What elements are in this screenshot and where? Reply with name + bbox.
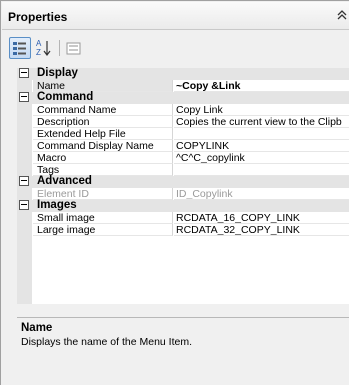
property-name: Command Name — [33, 104, 173, 116]
properties-toolbar: A Z — [2, 31, 349, 63]
category-advanced[interactable]: Advanced — [17, 175, 349, 188]
description-text: Displays the name of the Menu Item. — [21, 336, 192, 348]
property-name: Command Display Name — [33, 140, 173, 152]
category-command[interactable]: Command — [17, 91, 349, 104]
property-name: Macro — [33, 152, 173, 164]
property-value[interactable]: RCDATA_16_COPY_LINK — [174, 212, 349, 224]
property-value[interactable]: ~Copy &Link — [174, 80, 349, 92]
property-value[interactable]: ^C^C_copylink — [174, 152, 349, 164]
category-label: Advanced — [37, 175, 92, 187]
property-name: Large image — [33, 224, 173, 236]
property-row-description[interactable]: Description Copies the current view to t… — [17, 116, 349, 128]
collapse-category-icon[interactable] — [19, 92, 29, 102]
panel-title: Properties — [8, 10, 68, 24]
property-value[interactable]: RCDATA_32_COPY_LINK — [174, 224, 349, 236]
toolbar-divider — [59, 40, 60, 56]
property-name: Description — [33, 116, 173, 128]
property-row-small-image[interactable]: Small image RCDATA_16_COPY_LINK — [17, 212, 349, 224]
property-pages-icon[interactable] — [65, 37, 83, 59]
svg-text:Z: Z — [36, 48, 41, 57]
category-label: Images — [37, 199, 77, 211]
sort-alphabetical-icon[interactable]: A Z — [35, 37, 53, 59]
collapse-icon[interactable] — [336, 9, 348, 23]
category-images[interactable]: Images — [17, 199, 349, 212]
property-row-command-name[interactable]: Command Name Copy Link — [17, 104, 349, 116]
collapse-category-icon[interactable] — [19, 176, 29, 186]
property-row-command-display-name[interactable]: Command Display Name COPYLINK — [17, 140, 349, 152]
properties-panel: Properties A Z Display Name ~Copy &Link … — [0, 0, 349, 385]
category-display[interactable]: Display — [17, 67, 349, 80]
category-label: Command — [37, 91, 94, 103]
property-value[interactable]: Copy Link — [174, 104, 349, 116]
property-value[interactable]: Copies the current view to the Clipb — [174, 116, 349, 128]
property-row-macro[interactable]: Macro ^C^C_copylink — [17, 152, 349, 164]
property-description-pane: Name Displays the name of the Menu Item. — [17, 317, 349, 385]
property-value[interactable] — [174, 128, 349, 140]
panel-titlebar: Properties — [2, 2, 349, 30]
property-value: ID_Copylink — [174, 188, 349, 200]
collapse-category-icon[interactable] — [19, 68, 29, 78]
property-row-large-image[interactable]: Large image RCDATA_32_COPY_LINK — [17, 224, 349, 236]
collapse-category-icon[interactable] — [19, 200, 29, 210]
description-title: Name — [21, 322, 53, 334]
property-name: Small image — [33, 212, 173, 224]
categorized-view-icon[interactable] — [9, 37, 31, 59]
property-value[interactable] — [174, 164, 349, 176]
property-row-extended-help-file[interactable]: Extended Help File — [17, 128, 349, 140]
property-name: Extended Help File — [33, 128, 173, 140]
category-label: Display — [37, 67, 78, 79]
property-value[interactable]: COPYLINK — [174, 140, 349, 152]
svg-text:A: A — [36, 39, 42, 48]
